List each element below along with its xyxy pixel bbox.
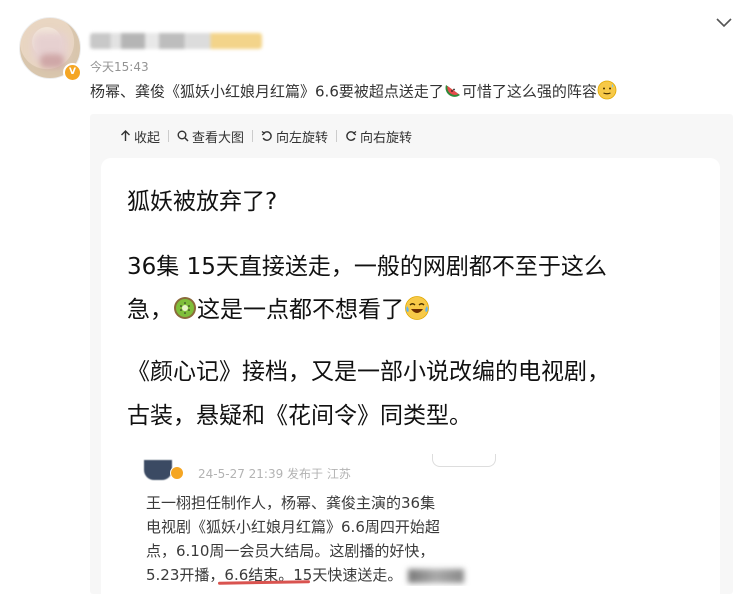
embedded-line-1: 王一栩担任制作人，杨幂、龚俊主演的36集 <box>146 494 436 512</box>
embedded-avatar <box>144 460 172 480</box>
rotate-left-label: 向左旋转 <box>276 130 329 146</box>
search-icon <box>177 130 189 142</box>
rotate-left-button[interactable]: 向左旋转 <box>253 127 336 146</box>
embedded-screenshot: 24-5-27 21:39 发布于 江苏 王一栩担任制作人，杨幂、龚俊主演的36… <box>132 454 502 586</box>
view-large-button[interactable]: 查看大图 <box>169 127 252 146</box>
kiwi-emoji-icon <box>173 296 197 326</box>
rotate-left-icon <box>261 130 272 141</box>
collapse-button[interactable]: 收起 <box>112 127 168 146</box>
watermelon-emoji-icon <box>444 81 462 103</box>
view-large-label: 查看大图 <box>192 130 245 146</box>
post-text: 杨幂、龚俊《狐妖小红娘月红篇》6.6要被超点送走了 可惜了这么强的阵容 <box>90 80 617 104</box>
embedded-line-3: 点，6.10周一会员大结局。这剧播的好快， <box>146 542 435 560</box>
rotate-right-button[interactable]: 向右旋转 <box>337 127 420 146</box>
image-toolbar: 收起 查看大图 向左旋转 向右旋转 <box>112 126 420 146</box>
sweat-smile-emoji-icon <box>597 80 617 104</box>
image-text-line-1: 36集 15天直接送走，一般的网剧都不至于这么 <box>127 254 607 280</box>
image-text-line-3: 《颜心记》接档，又是一部小说改编的电视剧， <box>127 359 610 385</box>
embedded-verified-badge-icon <box>170 466 184 480</box>
post-time: 今天15:43 <box>90 60 149 74</box>
image-text-line-4: 古装，悬疑和《花间令》同类型。 <box>127 403 472 429</box>
verified-badge-icon: V <box>63 63 82 82</box>
redacted-blur <box>408 568 465 583</box>
embedded-follow-pill <box>432 454 496 467</box>
arrow-up-icon <box>121 130 130 141</box>
tears-of-joy-emoji-icon <box>404 295 430 327</box>
image-text-line-2b: 这是一点都不想看了 <box>197 297 404 323</box>
collapse-label: 收起 <box>134 130 161 146</box>
username-redacted[interactable] <box>90 33 262 49</box>
post-text-part2: 可惜了这么强的阵容 <box>461 82 597 101</box>
embedded-line-2: 电视剧《狐妖小红娘月红篇》6.6周四开始超 <box>146 518 440 536</box>
embedded-meta: 24-5-27 21:39 发布于 江苏 <box>198 467 351 481</box>
image-text-line-2a: 急， <box>127 297 173 323</box>
rotate-right-icon <box>346 130 357 141</box>
rotate-right-label: 向右旋转 <box>360 130 413 146</box>
chevron-down-icon[interactable] <box>715 14 733 32</box>
image-text-line-2: 急， 这是一点都不想看了 <box>127 290 430 327</box>
image-title: 狐妖被放弃了? <box>127 189 278 215</box>
post-text-part1: 杨幂、龚俊《狐妖小红娘月红篇》6.6要被超点送走了 <box>90 82 444 101</box>
